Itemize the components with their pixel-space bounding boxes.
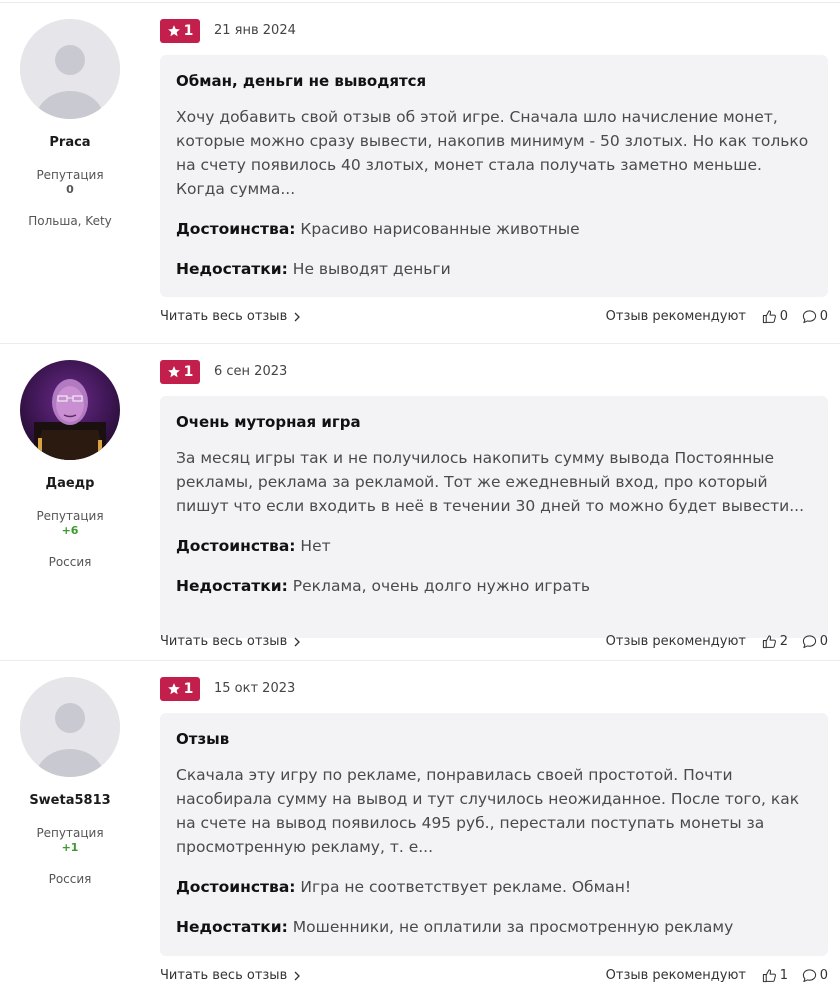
- review-date: 21 янв 2024: [214, 23, 296, 38]
- user-location: Россия: [48, 872, 92, 886]
- review-card: Отзыв Скачала эту игру по рекламе, понра…: [160, 713, 828, 956]
- review-footer: Читать весь отзыв Отзыв рекомендуют 1 0: [160, 968, 828, 988]
- cons-label: Недостатки:: [176, 918, 288, 936]
- reputation-label: Репутация: [36, 168, 104, 182]
- reputation-label: Репутация: [36, 509, 104, 523]
- pros-label: Достоинства:: [176, 537, 296, 555]
- like-count: 1: [779, 968, 788, 983]
- review-item: Sweta5813 Репутация +1 Россия 1 15 окт 2…: [0, 660, 840, 1001]
- review-text: Хочу добавить свой отзыв об этой игре. С…: [176, 108, 809, 198]
- comment-count: 0: [819, 968, 828, 983]
- cons-text: Реклама, очень долго нужно играть: [292, 577, 591, 595]
- rating-badge: 1: [160, 360, 200, 384]
- recommend-label: Отзыв рекомендуют: [605, 634, 746, 649]
- chevron-right-icon: [294, 312, 301, 321]
- review-title[interactable]: Очень муторная игра: [176, 412, 812, 432]
- like-button[interactable]: 0: [762, 309, 788, 324]
- read-more-label: Читать весь отзыв: [160, 634, 288, 649]
- thumbs-up-icon: [762, 969, 776, 983]
- pros-text: Нет: [300, 537, 331, 555]
- comment-button[interactable]: 0: [802, 968, 828, 983]
- review-item: Praca Репутация 0 Польша, Kety 1 21 янв …: [0, 2, 840, 343]
- pros-label: Достоинства:: [176, 220, 296, 238]
- review-item: Даедр Репутация +6 Россия 1 6 сен 2023 О…: [0, 343, 840, 684]
- chevron-right-icon: [294, 971, 301, 980]
- cons-text: Мошенники, не оплатили за просмотренную …: [292, 918, 734, 936]
- read-more-label: Читать весь отзыв: [160, 309, 288, 324]
- review-card: Обман, деньги не выводятся Хочу добавить…: [160, 55, 828, 297]
- thumbs-up-icon: [762, 310, 776, 324]
- reputation-value: +1: [61, 841, 79, 854]
- comment-icon: [802, 310, 816, 324]
- rating-value: 1: [183, 364, 194, 380]
- review-text: Скачала эту игру по рекламе, понравилась…: [176, 766, 800, 856]
- like-count: 0: [779, 309, 788, 324]
- cons-label: Недостатки:: [176, 577, 288, 595]
- comment-button[interactable]: 0: [802, 634, 828, 649]
- rating-badge: 1: [160, 677, 200, 701]
- thumbs-up-icon: [762, 635, 776, 649]
- rating-badge: 1: [160, 19, 200, 43]
- default-avatar-icon[interactable]: [20, 19, 120, 119]
- comment-count: 0: [819, 309, 828, 324]
- review-pros: Достоинства: Нет: [176, 534, 812, 558]
- user-location: Россия: [48, 555, 92, 569]
- chevron-right-icon: [294, 637, 301, 646]
- review-card: Очень муторная игра За месяц игры так и …: [160, 396, 828, 638]
- username[interactable]: Praca: [0, 135, 140, 150]
- comment-icon: [802, 969, 816, 983]
- review-footer: Читать весь отзыв Отзыв рекомендуют 2 0: [160, 634, 828, 654]
- pros-text: Игра не соответствует рекламе. Обман!: [300, 878, 632, 896]
- reputation-label: Репутация: [36, 826, 104, 840]
- star-icon: [167, 366, 180, 378]
- cons-text: Не выводят деньги: [292, 260, 451, 278]
- default-avatar-icon[interactable]: [20, 677, 120, 777]
- pros-text: Красиво нарисованные животные: [300, 220, 580, 238]
- review-pros: Достоинства: Красиво нарисованные животн…: [176, 217, 812, 241]
- comment-count: 0: [819, 634, 828, 649]
- illustrated-avatar-icon[interactable]: [20, 360, 120, 460]
- recommend-label: Отзыв рекомендуют: [605, 309, 746, 324]
- user-location: Польша, Kety: [28, 214, 112, 228]
- cons-label: Недостатки:: [176, 260, 288, 278]
- review-cons: Недостатки: Мошенники, не оплатили за пр…: [176, 915, 812, 939]
- review-title[interactable]: Обман, деньги не выводятся: [176, 71, 812, 91]
- recommend-label: Отзыв рекомендуют: [605, 968, 746, 983]
- review-footer: Читать весь отзыв Отзыв рекомендуют 0 0: [160, 309, 828, 329]
- pros-label: Достоинства:: [176, 878, 296, 896]
- review-cons: Недостатки: Реклама, очень долго нужно и…: [176, 574, 812, 598]
- read-more-link[interactable]: Читать весь отзыв: [160, 634, 301, 649]
- review-text: За месяц игры так и не получилось накопи…: [176, 449, 805, 515]
- reputation-value: 0: [66, 183, 74, 196]
- username[interactable]: Sweta5813: [0, 793, 140, 808]
- review-date: 15 окт 2023: [214, 681, 296, 696]
- star-icon: [167, 683, 180, 695]
- comment-icon: [802, 635, 816, 649]
- read-more-link[interactable]: Читать весь отзыв: [160, 309, 301, 324]
- review-date: 6 сен 2023: [214, 364, 288, 379]
- rating-value: 1: [183, 681, 194, 697]
- rating-value: 1: [183, 23, 194, 39]
- like-button[interactable]: 2: [762, 634, 788, 649]
- review-cons: Недостатки: Не выводят деньги: [176, 257, 812, 281]
- read-more-link[interactable]: Читать весь отзыв: [160, 968, 301, 983]
- reputation-value: +6: [61, 524, 79, 537]
- star-icon: [167, 25, 180, 37]
- review-pros: Достоинства: Игра не соответствует рекла…: [176, 875, 812, 899]
- review-title[interactable]: Отзыв: [176, 729, 812, 749]
- read-more-label: Читать весь отзыв: [160, 968, 288, 983]
- like-count: 2: [779, 634, 788, 649]
- like-button[interactable]: 1: [762, 968, 788, 983]
- comment-button[interactable]: 0: [802, 309, 828, 324]
- username[interactable]: Даедр: [0, 476, 140, 491]
